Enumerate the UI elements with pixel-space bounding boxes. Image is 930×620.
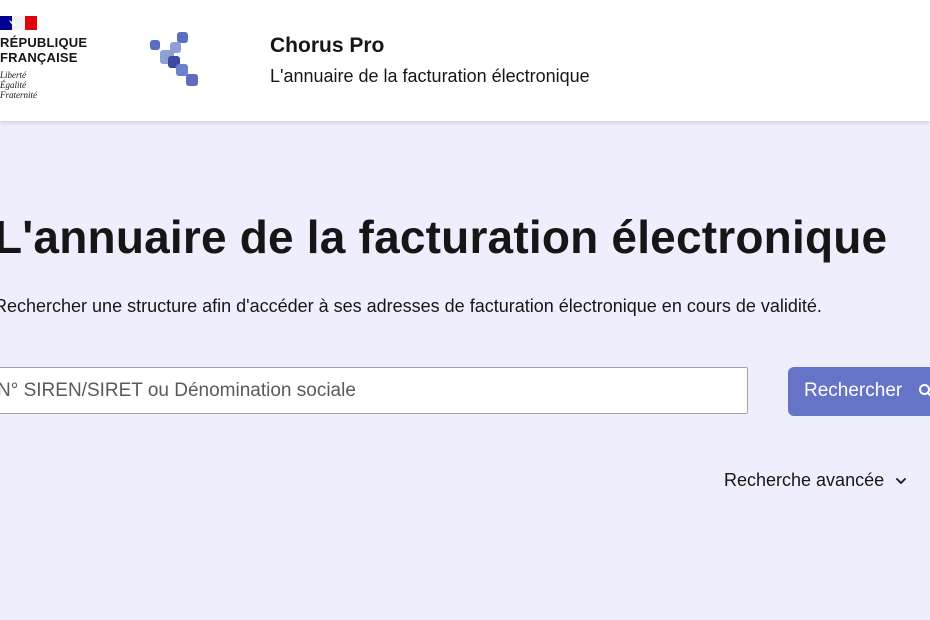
page-description: Rechercher une structure afin d'accéder …	[0, 296, 822, 316]
app-title: Chorus Pro	[270, 34, 385, 57]
app-subtitle: L'annuaire de la facturation électroniqu…	[270, 66, 590, 86]
page-title: L'annuaire de la facturation électroniqu…	[0, 211, 888, 263]
devise-fraternite: Fraternité	[0, 90, 37, 100]
search-icon	[918, 384, 930, 398]
devise: Liberté Égalité Fraternité	[0, 70, 37, 100]
search-input[interactable]	[0, 367, 748, 414]
devise-liberte: Liberté	[0, 70, 26, 80]
advanced-search-toggle[interactable]: Recherche avancée	[724, 470, 907, 491]
search-button[interactable]: Rechercher	[788, 367, 930, 416]
chorus-pro-logo-icon	[150, 32, 198, 86]
chevron-down-icon	[896, 477, 907, 484]
republique-line1: RÉPUBLIQUE	[0, 35, 88, 50]
republique-francaise-logo: RÉPUBLIQUE FRANÇAISE	[0, 35, 87, 65]
site-header: RÉPUBLIQUE FRANÇAISE Liberté Égalité Fra…	[0, 0, 930, 121]
devise-egalite: Égalité	[0, 80, 26, 90]
advanced-search-label: Recherche avancée	[724, 470, 885, 490]
republique-line2: FRANÇAISE	[0, 50, 78, 65]
french-flag-icon	[0, 16, 37, 30]
search-button-label: Rechercher	[804, 380, 903, 402]
